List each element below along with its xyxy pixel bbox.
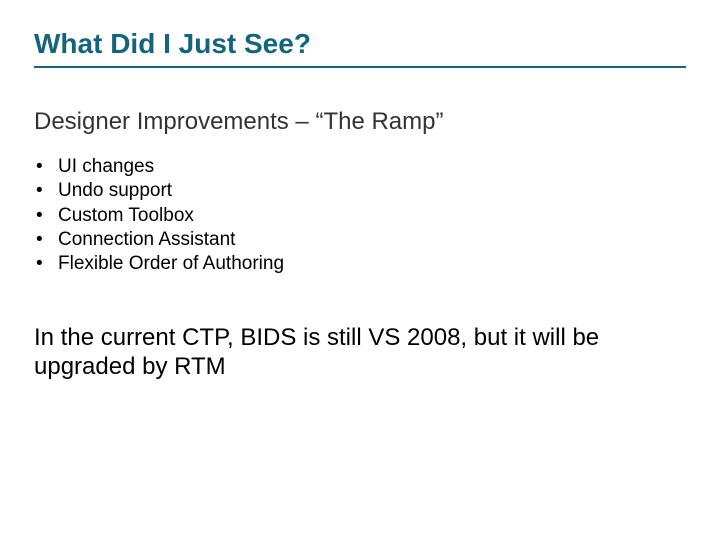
closing-text: In the current CTP, BIDS is still VS 200… <box>34 323 614 382</box>
bullet-icon: • <box>34 155 58 179</box>
bullet-icon: • <box>34 228 58 252</box>
bullet-icon: • <box>34 179 58 203</box>
list-item-label: UI changes <box>58 155 154 179</box>
list-item-label: Undo support <box>58 179 172 203</box>
slide-subtitle: Designer Improvements – “The Ramp” <box>34 108 686 137</box>
list-item: • Undo support <box>34 179 686 203</box>
slide: What Did I Just See? Designer Improvemen… <box>0 0 720 540</box>
title-underline <box>34 66 686 68</box>
list-item-label: Custom Toolbox <box>58 204 194 228</box>
list-item-label: Connection Assistant <box>58 228 235 252</box>
bullet-icon: • <box>34 204 58 228</box>
slide-title: What Did I Just See? <box>34 28 686 60</box>
list-item-label: Flexible Order of Authoring <box>58 252 284 276</box>
list-item: • Connection Assistant <box>34 228 686 252</box>
list-item: • Flexible Order of Authoring <box>34 252 686 276</box>
bullet-icon: • <box>34 252 58 276</box>
bullet-list: • UI changes • Undo support • Custom Too… <box>34 155 686 277</box>
list-item: • UI changes <box>34 155 686 179</box>
list-item: • Custom Toolbox <box>34 204 686 228</box>
